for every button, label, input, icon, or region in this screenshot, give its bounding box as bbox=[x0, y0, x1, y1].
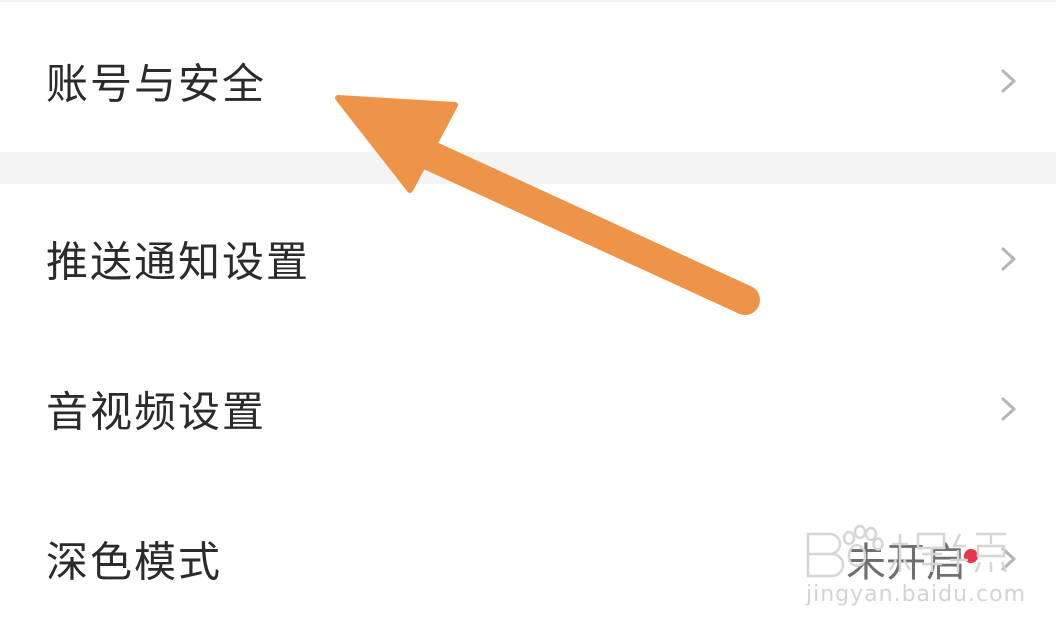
settings-item-dark-mode[interactable]: 深色模式 未开启 bbox=[0, 494, 1056, 624]
settings-item-account-security[interactable]: 账号与安全 bbox=[0, 16, 1056, 146]
settings-item-label: 音视频设置 bbox=[46, 387, 267, 437]
settings-item-label: 账号与安全 bbox=[46, 59, 267, 109]
settings-item-label: 深色模式 bbox=[46, 537, 223, 587]
settings-item-push-notifications[interactable]: 推送通知设置 bbox=[0, 194, 1056, 324]
settings-item-label: 推送通知设置 bbox=[46, 237, 311, 287]
new-badge-dot bbox=[964, 548, 978, 563]
chevron-right-icon bbox=[1001, 547, 1016, 571]
section-divider bbox=[0, 152, 1056, 184]
settings-item-audio-video[interactable]: 音视频设置 bbox=[0, 344, 1056, 474]
chevron-right-icon bbox=[1001, 247, 1016, 271]
dark-mode-status: 未开启 bbox=[846, 540, 966, 586]
chevron-right-icon bbox=[1001, 397, 1016, 421]
chevron-right-icon bbox=[1001, 69, 1016, 93]
settings-page: 账号与安全 推送通知设置 音视频设置 深色模式 未开启 jingyan.baid… bbox=[0, 0, 1056, 628]
top-divider bbox=[0, 0, 1056, 2]
